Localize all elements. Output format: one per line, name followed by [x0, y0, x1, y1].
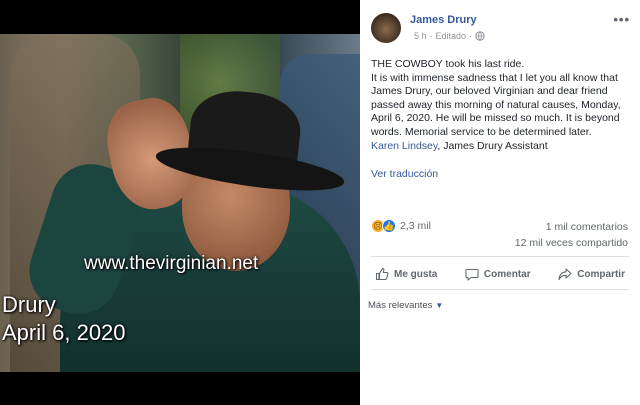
comment-sort-dropdown[interactable]: Más relevantes ▼ — [368, 300, 443, 311]
signature-link[interactable]: Karen Lindsey — [371, 140, 437, 152]
comment-sort-label: Más relevantes — [368, 300, 433, 311]
divider — [371, 289, 629, 290]
post-signature: Karen Lindsey, James Drury Assistant — [371, 140, 633, 154]
post-text-line: It is with immense sadness that I let yo… — [371, 71, 621, 138]
globe-icon[interactable] — [475, 31, 485, 41]
shares-count[interactable]: 12 mil veces compartido — [515, 237, 628, 249]
share-icon — [558, 268, 572, 281]
share-label: Compartir — [577, 268, 625, 280]
reactions-summary[interactable]: ☹ 👍 2,3 mil — [371, 219, 431, 233]
caret-down-icon: ▼ — [435, 301, 444, 310]
post-photo[interactable]: www.thevirginian.net Drury April 6, 2020 — [0, 34, 360, 372]
reaction-count: 2,3 mil — [400, 220, 431, 232]
meta-separator: · — [469, 31, 473, 41]
comment-button[interactable]: Comentar — [461, 267, 535, 281]
thumbs-up-icon — [375, 267, 389, 281]
comments-count[interactable]: 1 mil comentarios — [546, 221, 628, 233]
avatar[interactable] — [371, 13, 401, 43]
like-button[interactable]: Me gusta — [371, 267, 441, 281]
action-bar: Me gusta Comentar Compartir — [371, 259, 629, 289]
divider — [371, 256, 629, 257]
meta-separator: · — [429, 31, 433, 41]
author-name[interactable]: James Drury — [410, 14, 477, 26]
post-meta: 5 h · Editado · — [414, 31, 485, 41]
photo-caption-name: Drury — [2, 292, 56, 317]
photo-watermark: www.thevirginian.net — [84, 253, 259, 274]
post-text: THE COWBOY took his last ride. It is wit… — [371, 58, 633, 153]
see-translation-link[interactable]: Ver traducción — [371, 168, 438, 180]
edited-label[interactable]: Editado — [436, 31, 467, 41]
comment-icon — [465, 268, 479, 281]
comment-label: Comentar — [483, 268, 531, 280]
photo-pane: www.thevirginian.net Drury April 6, 2020 — [0, 0, 360, 405]
photo-caption-date: April 6, 2020 — [2, 320, 126, 345]
post-header: James Drury 5 h · Editado · ••• — [370, 11, 632, 45]
share-button[interactable]: Compartir — [554, 267, 629, 281]
post-time[interactable]: 5 h — [414, 31, 427, 41]
more-options-icon[interactable]: ••• — [613, 12, 630, 27]
signature-text: , James Drury Assistant — [437, 139, 548, 152]
post-text-line: THE COWBOY took his last ride. — [371, 58, 525, 70]
like-label: Me gusta — [394, 268, 438, 280]
post-panel: James Drury 5 h · Editado · ••• THE COWB… — [360, 0, 640, 405]
like-reaction-icon: 👍 — [382, 219, 396, 233]
